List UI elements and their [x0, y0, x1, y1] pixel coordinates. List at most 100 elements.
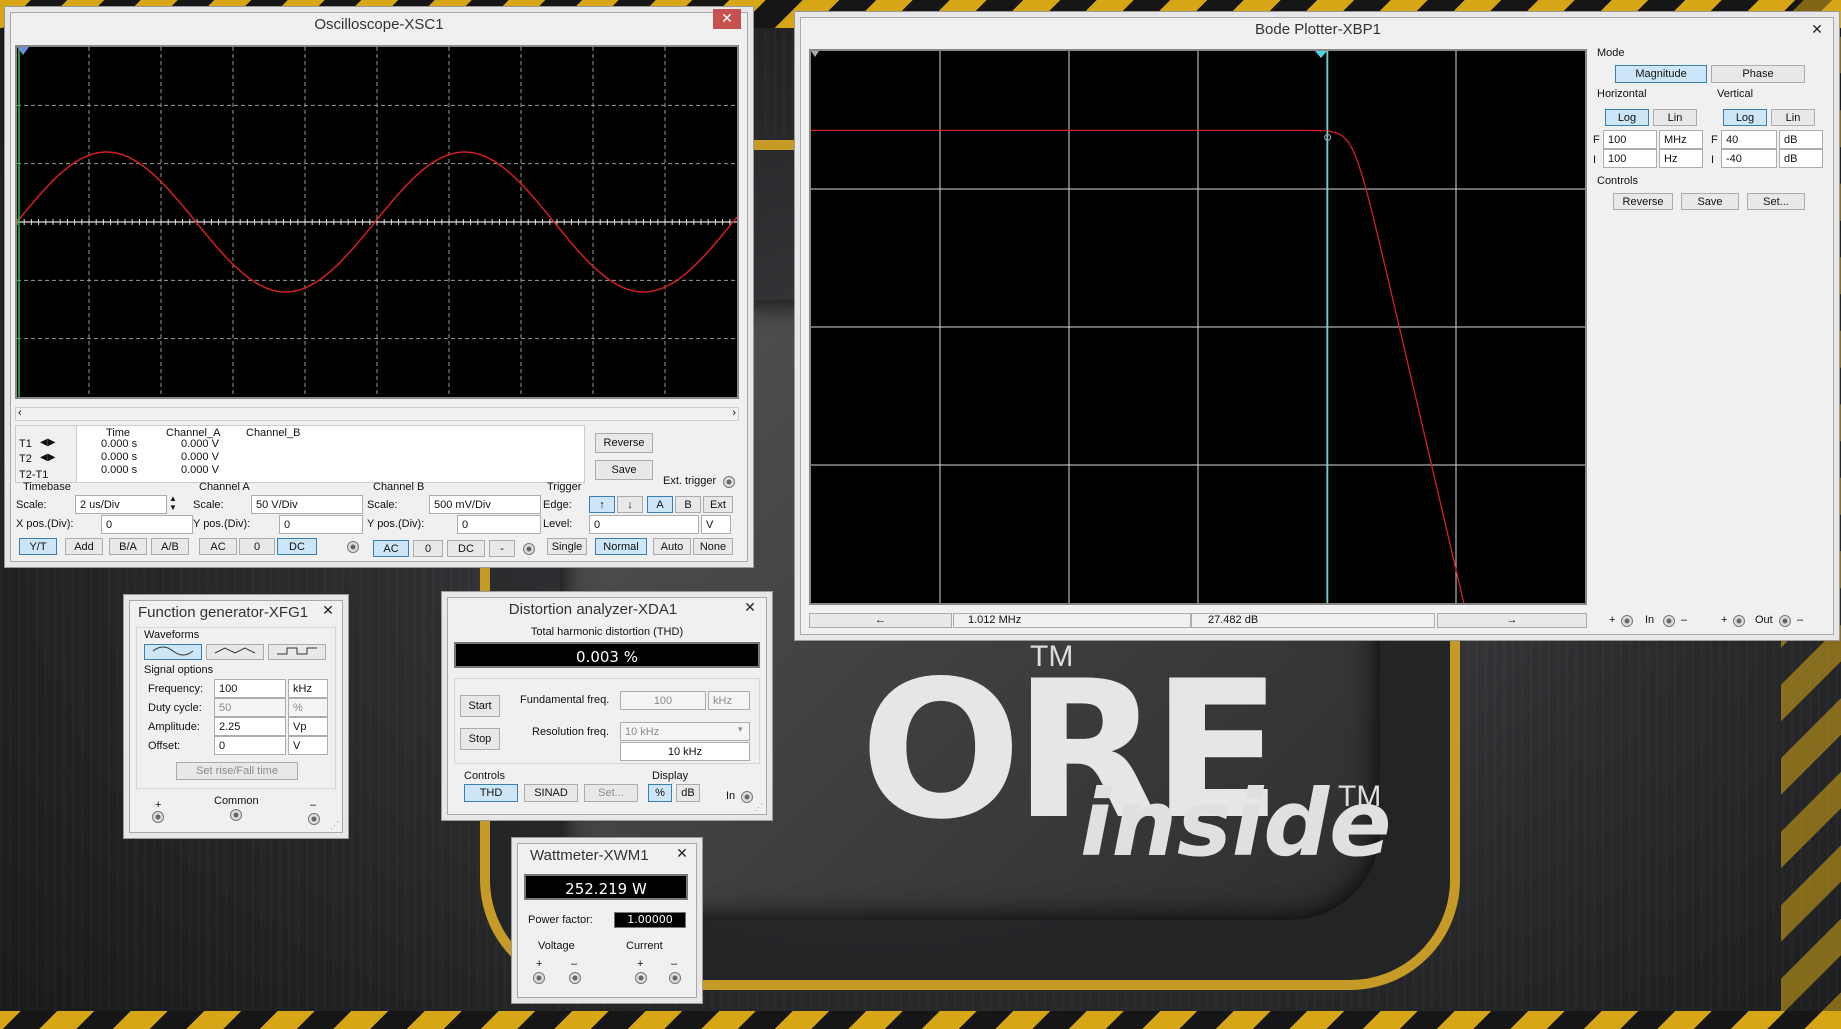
trigger-falling-edge-button[interactable]: ↓ [617, 496, 643, 513]
resize-grip-icon[interactable]: ⋰ [754, 802, 764, 812]
bode-h-initial-unit[interactable]: Hz [1659, 149, 1703, 168]
bode-screen[interactable] [809, 49, 1587, 605]
bode-in-plus-terminal[interactable] [1621, 615, 1633, 627]
bode-horizontal-log-button[interactable]: Log [1605, 109, 1649, 126]
distortion-db-button[interactable]: dB [676, 784, 700, 802]
bode-reverse-button[interactable]: Reverse [1613, 193, 1673, 210]
fg-common-terminal[interactable] [230, 809, 242, 821]
channel-a-ypos-input[interactable]: 0 [279, 515, 363, 534]
distortion-stop-button[interactable]: Stop [460, 728, 500, 750]
bode-out-minus-terminal[interactable] [1779, 615, 1791, 627]
channel-b-zero-button[interactable]: 0 [413, 540, 443, 557]
bode-v-final-input[interactable]: 40 [1721, 130, 1777, 149]
channel-b-dc-button[interactable]: DC [447, 540, 485, 557]
bode-horizontal-lin-button[interactable]: Lin [1653, 109, 1697, 126]
function-generator-close-button[interactable]: ✕ [314, 601, 342, 621]
oscilloscope-close-button[interactable]: ✕ [713, 9, 741, 29]
trigger-none-button[interactable]: None [693, 538, 733, 555]
bode-magnitude-button[interactable]: Magnitude [1615, 65, 1707, 83]
channel-a-ac-button[interactable]: AC [199, 538, 237, 555]
fundamental-freq-input[interactable]: 100 [620, 691, 706, 710]
amplitude-unit[interactable]: Vp [288, 717, 328, 736]
scroll-right-icon[interactable]: › [732, 407, 736, 419]
bode-in-minus-terminal[interactable] [1663, 615, 1675, 627]
t1-arrows-icon[interactable]: ◀▶ [40, 437, 55, 448]
distortion-analyzer-close-button[interactable]: ✕ [736, 598, 764, 618]
bode-h-final-unit[interactable]: MHz [1659, 130, 1703, 149]
bode-cursor-handle[interactable] [1315, 51, 1327, 58]
bode-h-final-input[interactable]: 100 [1603, 130, 1657, 149]
distortion-sinad-button[interactable]: SINAD [524, 784, 578, 802]
timebase-yt-button[interactable]: Y/T [19, 538, 57, 555]
bode-set-button[interactable]: Set... [1747, 193, 1805, 210]
spinner-icon[interactable]: ▲ ▼ [169, 494, 177, 512]
scroll-left-icon[interactable]: ‹ [18, 407, 22, 419]
fg-minus-terminal[interactable] [308, 813, 320, 825]
bode-h-initial-input[interactable]: 100 [1603, 149, 1657, 168]
square-wave-button[interactable] [268, 644, 326, 660]
channel-b-terminal[interactable] [523, 543, 535, 555]
distortion-in-terminal[interactable] [741, 791, 753, 803]
voltage-minus-terminal[interactable] [569, 972, 581, 984]
duty-cycle-input[interactable]: 50 [214, 698, 286, 717]
set-rise-fall-button[interactable]: Set rise/Fall time [176, 762, 298, 780]
channel-a-terminal[interactable] [347, 541, 359, 553]
channel-b-ypos-input[interactable]: 0 [457, 515, 541, 534]
fg-plus-terminal[interactable] [152, 811, 164, 823]
timebase-add-button[interactable]: Add [65, 538, 103, 555]
frequency-unit[interactable]: kHz [288, 679, 328, 698]
voltage-plus-terminal[interactable] [533, 972, 545, 984]
bode-cursor-right-button[interactable]: → [1437, 613, 1587, 628]
bode-v-final-unit[interactable]: dB [1779, 130, 1823, 149]
bode-vertical-lin-button[interactable]: Lin [1771, 109, 1815, 126]
distortion-percent-button[interactable]: % [648, 784, 672, 802]
bode-phase-button[interactable]: Phase [1711, 65, 1805, 83]
triangle-wave-button[interactable] [206, 644, 264, 660]
wattmeter-close-button[interactable]: ✕ [668, 844, 696, 864]
bode-vertical-log-button[interactable]: Log [1723, 109, 1767, 126]
oscilloscope-reverse-button[interactable]: Reverse [595, 433, 653, 453]
resolution-freq-select[interactable]: 10 kHz [620, 722, 750, 741]
distortion-start-button[interactable]: Start [460, 695, 500, 717]
bode-save-button[interactable]: Save [1681, 193, 1739, 210]
trigger-source-b-button[interactable]: B [675, 496, 701, 513]
current-minus-terminal[interactable] [669, 972, 681, 984]
trigger-auto-button[interactable]: Auto [653, 538, 691, 555]
oscilloscope-screen[interactable] [15, 45, 739, 399]
channel-a-scale-input[interactable]: 50 V/Div [251, 495, 363, 514]
trigger-rising-edge-button[interactable]: ↑ [589, 496, 615, 513]
distortion-thd-button[interactable]: THD [464, 784, 518, 802]
timebase-ab-button[interactable]: A/B [151, 538, 189, 555]
bode-v-initial-unit[interactable]: dB [1779, 149, 1823, 168]
channel-a-dc-button[interactable]: DC [277, 538, 317, 555]
trigger-source-ext-button[interactable]: Ext [703, 496, 733, 513]
frequency-input[interactable]: 100 [214, 679, 286, 698]
channel-a-zero-button[interactable]: 0 [239, 538, 275, 555]
trigger-single-button[interactable]: Single [547, 538, 587, 555]
t2-arrows-icon[interactable]: ◀▶ [40, 452, 55, 463]
chevron-down-icon[interactable]: ▾ [738, 724, 743, 735]
amplitude-input[interactable]: 2.25 [214, 717, 286, 736]
distortion-set-button[interactable]: Set... [584, 784, 638, 802]
trigger-level-input[interactable]: 0 [589, 515, 699, 534]
oscilloscope-save-button[interactable]: Save [595, 460, 653, 480]
channel-b-invert-button[interactable]: - [489, 540, 515, 557]
bode-out-plus-terminal[interactable] [1733, 615, 1745, 627]
bode-plotter-close-button[interactable]: ✕ [1803, 20, 1831, 40]
trigger-normal-button[interactable]: Normal [595, 538, 647, 555]
timebase-xpos-input[interactable]: 0 [101, 515, 193, 534]
trigger-source-a-button[interactable]: A [647, 496, 673, 513]
sine-wave-button[interactable] [144, 644, 202, 660]
bode-cursor-left-button[interactable]: ← [809, 613, 952, 628]
offset-unit[interactable]: V [288, 736, 328, 755]
offset-input[interactable]: 0 [214, 736, 286, 755]
ext-trigger-terminal[interactable] [723, 476, 735, 488]
oscilloscope-scrollbar[interactable]: ‹ › [15, 407, 739, 421]
resize-grip-icon[interactable]: ⋰ [330, 820, 340, 830]
bode-v-initial-input[interactable]: -40 [1721, 149, 1777, 168]
trigger-level-unit[interactable]: V [701, 515, 731, 534]
current-plus-terminal[interactable] [635, 972, 647, 984]
timebase-ba-button[interactable]: B/A [109, 538, 147, 555]
channel-b-scale-input[interactable]: 500 mV/Div [429, 495, 541, 514]
timebase-scale-input[interactable]: 2 us/Div [75, 495, 167, 514]
